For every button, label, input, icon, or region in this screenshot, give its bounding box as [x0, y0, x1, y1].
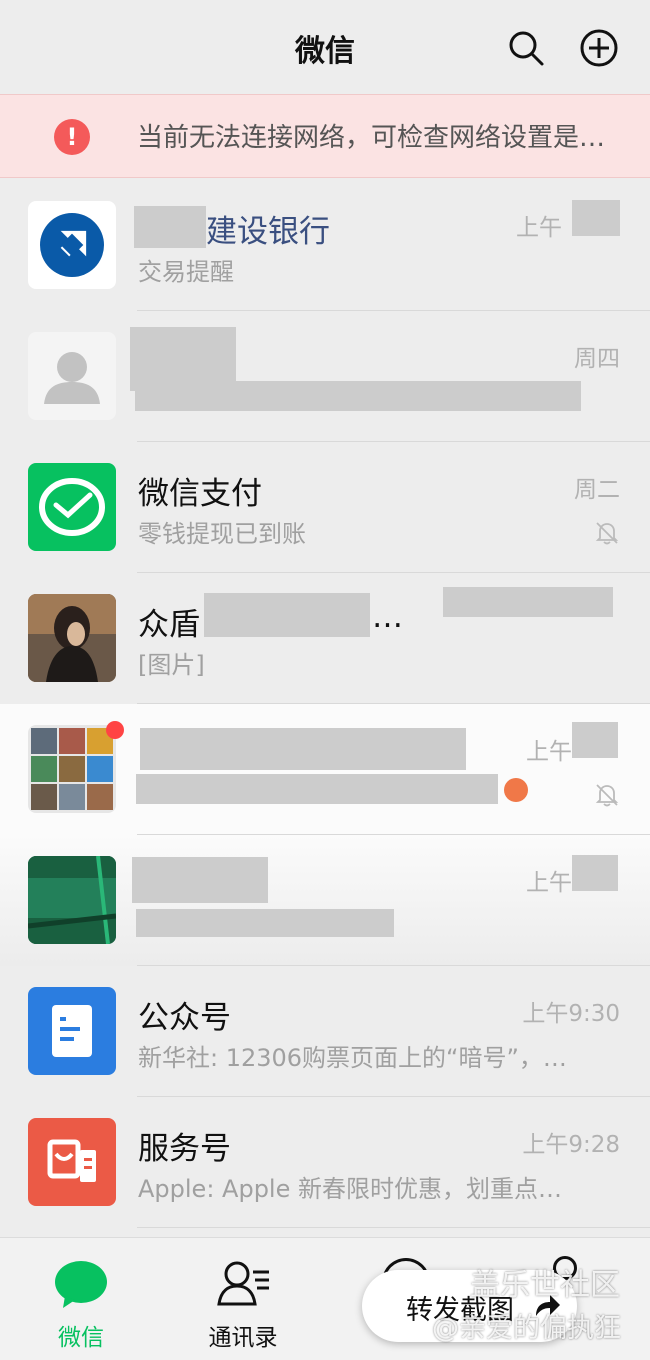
tab-contacts[interactable]: 通讯录 — [178, 1238, 308, 1360]
wechat-pay-icon — [28, 463, 116, 551]
emoji-icon — [504, 778, 528, 802]
redacted-block — [136, 774, 498, 804]
network-warning-banner[interactable]: ! 当前无法连接网络，可检查网络设置是… — [0, 94, 650, 178]
redacted-block — [204, 593, 370, 637]
redacted-block — [134, 206, 206, 248]
chat-time: 周二 — [574, 477, 620, 503]
mute-bell-icon — [594, 782, 620, 808]
redacted-block — [572, 200, 620, 236]
chat-name: 微信支付 — [138, 476, 262, 512]
redacted-block — [572, 855, 618, 891]
chat-name: 公众号 — [138, 1000, 231, 1036]
chat-item-ccb[interactable]: 建设银行 交易提醒 上午 — [0, 180, 650, 311]
chat-preview: Apple: Apple 新春限时优惠，划重点… — [138, 1175, 562, 1203]
chat-item-contact[interactable]: 周四 — [0, 311, 650, 442]
chat-item-zhongdun[interactable]: 众盾 … [图片] — [0, 573, 650, 704]
tab-label: 通讯录 — [208, 1325, 278, 1351]
chat-preview: 零钱提现已到账 — [138, 520, 306, 548]
tab-chats[interactable]: 微信 — [16, 1238, 146, 1360]
add-circle-icon[interactable] — [579, 28, 619, 68]
redacted-block — [572, 722, 618, 758]
chat-name-suffix: … — [372, 599, 403, 635]
chat-list: 建设银行 交易提醒 上午 周四 微信支付 零钱提现已到账 周二 众盾 … [图片… — [0, 180, 650, 1228]
unread-dot — [106, 721, 124, 739]
chat-item-contact-2[interactable]: 上午 — [0, 835, 650, 966]
chat-name: 众盾 — [138, 607, 200, 643]
chat-preview: 新华社: 12306购票页面上的“暗号”，… — [138, 1044, 567, 1072]
redacted-block — [136, 909, 394, 937]
chat-time: 上午 — [516, 215, 562, 241]
chat-time: 上午9:30 — [522, 1001, 620, 1027]
chat-item-wechat-pay[interactable]: 微信支付 零钱提现已到账 周二 — [0, 442, 650, 573]
redacted-block — [135, 381, 581, 411]
chat-item-official-accounts[interactable]: 公众号 新华社: 12306购票页面上的“暗号”，… 上午9:30 — [0, 966, 650, 1097]
redacted-block — [443, 587, 613, 617]
chat-item-group[interactable]: 上午 — [0, 704, 650, 835]
chat-name: 建设银行 — [206, 214, 330, 250]
redacted-block — [132, 857, 268, 903]
redacted-block — [140, 728, 466, 770]
chat-time: 上午9:28 — [522, 1132, 620, 1158]
photo-avatar — [28, 856, 116, 944]
chat-bubble-icon — [53, 1258, 109, 1310]
chat-item-service-accounts[interactable]: 服务号 Apple: Apple 新春限时优惠，划重点… 上午9:28 — [0, 1097, 650, 1228]
chat-preview: [图片] — [138, 651, 205, 679]
top-bar: 微信 — [0, 0, 650, 94]
chat-name: 服务号 — [138, 1131, 231, 1167]
service-accounts-icon — [28, 1118, 116, 1206]
banner-text: 当前无法连接网络，可检查网络设置是… — [137, 123, 606, 153]
watermark-line-2: @亲爱的偏执狂 — [432, 1313, 621, 1344]
mute-bell-icon — [594, 520, 620, 546]
divider — [137, 1227, 650, 1228]
chat-time: 上午 — [526, 870, 572, 896]
chat-time: 周四 — [574, 346, 620, 372]
group-avatar — [28, 725, 116, 813]
watermark-line-1: 盖乐世社区 — [470, 1268, 620, 1303]
chat-time: 上午 — [526, 739, 572, 765]
default-user-icon — [28, 332, 116, 420]
page-title: 微信 — [295, 34, 355, 69]
search-icon[interactable] — [506, 28, 546, 68]
official-accounts-icon — [28, 987, 116, 1075]
ccb-logo-icon — [28, 201, 116, 289]
chat-preview: 交易提醒 — [138, 258, 234, 286]
contacts-icon — [215, 1258, 271, 1310]
alert-icon: ! — [54, 119, 90, 155]
tab-label: 微信 — [58, 1325, 104, 1351]
photo-avatar — [28, 594, 116, 682]
